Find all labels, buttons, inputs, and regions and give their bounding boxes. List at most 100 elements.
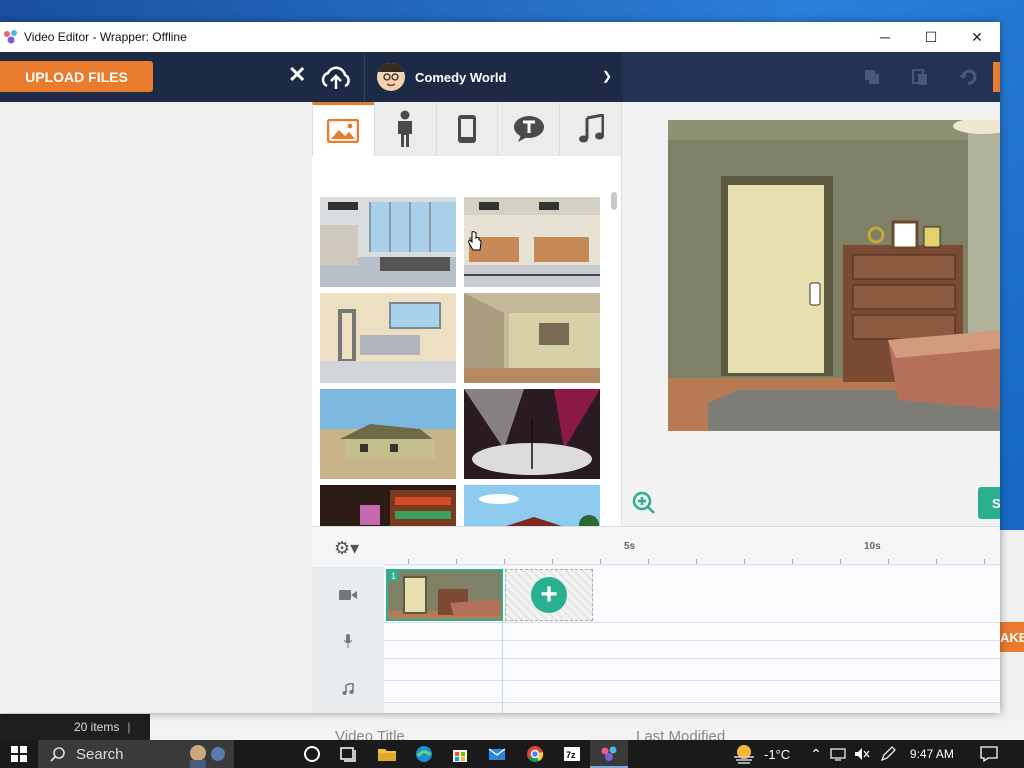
undo-icon[interactable] bbox=[958, 67, 978, 87]
windows-logo-icon bbox=[11, 746, 27, 762]
timeline: ⚙▾ 5s 10s 1 + bbox=[312, 526, 1000, 713]
volume-muted-icon[interactable] bbox=[854, 747, 870, 761]
clock-time[interactable]: 9:47 AM bbox=[910, 747, 954, 761]
tick bbox=[648, 559, 649, 564]
window-title: Video Editor - Wrapper: Offline bbox=[24, 30, 187, 44]
voice-track-header bbox=[312, 623, 384, 659]
person-icon bbox=[398, 110, 413, 147]
upload-files-button[interactable]: UPLOAD FILES bbox=[0, 61, 153, 92]
7zip-icon[interactable]: 7z bbox=[562, 744, 582, 764]
add-scene-button[interactable]: + bbox=[505, 569, 593, 621]
background-thumbnail[interactable] bbox=[320, 293, 456, 383]
save-button[interactable]: S bbox=[978, 487, 1000, 519]
timeline-ruler[interactable]: 5s 10s bbox=[384, 527, 1000, 565]
cloud-upload-icon[interactable] bbox=[318, 62, 354, 92]
svg-text:7z: 7z bbox=[566, 750, 576, 760]
scene-canvas[interactable] bbox=[668, 120, 1000, 431]
background-thumbnail[interactable] bbox=[464, 389, 600, 479]
file-explorer-icon[interactable] bbox=[377, 744, 397, 764]
item-count: 20 items bbox=[74, 720, 120, 734]
minimize-button[interactable]: ─ bbox=[862, 22, 908, 52]
notifications-icon[interactable] bbox=[980, 746, 998, 762]
background-thumbnail[interactable] bbox=[464, 293, 600, 383]
phone-icon bbox=[457, 115, 476, 143]
hand-cursor-icon bbox=[468, 231, 482, 251]
tick bbox=[552, 559, 553, 564]
music-track-header bbox=[312, 659, 384, 713]
background-thumbnail[interactable] bbox=[320, 197, 456, 287]
background-window bbox=[0, 712, 1024, 740]
zoom-in-icon[interactable] bbox=[632, 491, 656, 515]
stage-area: S bbox=[622, 102, 1000, 526]
taskbar-search[interactable]: Search bbox=[38, 740, 234, 768]
asset-library bbox=[312, 102, 622, 526]
make-video-button[interactable]: AKE bbox=[1000, 622, 1024, 652]
tab-sound[interactable] bbox=[559, 102, 621, 156]
theme-selector[interactable]: Comedy World ❯ bbox=[364, 52, 622, 102]
toolbar-accent bbox=[993, 62, 1000, 92]
background-thumbnail[interactable] bbox=[320, 485, 456, 526]
maximize-button[interactable]: ☐ bbox=[908, 22, 954, 52]
editor-toolbar: UPLOAD FILES ✕ Comedy World ❯ bbox=[0, 52, 1000, 102]
music-track-2[interactable] bbox=[384, 681, 1000, 703]
library-tabs bbox=[312, 102, 621, 156]
music-note-icon bbox=[578, 114, 604, 143]
tick bbox=[600, 559, 601, 564]
background-thumbnail[interactable] bbox=[464, 197, 600, 287]
background-grid bbox=[312, 177, 608, 526]
tick bbox=[504, 559, 505, 564]
background-thumbnail[interactable] bbox=[464, 485, 600, 526]
network-icon[interactable] bbox=[830, 747, 846, 761]
tab-text[interactable] bbox=[497, 102, 560, 156]
tick bbox=[744, 559, 745, 564]
gear-icon[interactable]: ⚙▾ bbox=[334, 538, 359, 559]
voice-track[interactable] bbox=[384, 623, 1000, 641]
video-track-header bbox=[312, 567, 384, 623]
search-highlight-icon bbox=[189, 745, 225, 768]
task-view-icon[interactable] bbox=[338, 744, 358, 764]
search-placeholder: Search bbox=[76, 745, 124, 763]
tick bbox=[456, 559, 457, 564]
cortana-icon[interactable] bbox=[302, 744, 322, 764]
weather-icon[interactable] bbox=[732, 744, 756, 764]
close-button[interactable]: ✕ bbox=[954, 22, 1000, 52]
scene-divider bbox=[502, 621, 503, 713]
library-scrollbar[interactable] bbox=[611, 192, 617, 210]
wrapper-app-icon[interactable] bbox=[599, 744, 619, 764]
tab-props[interactable] bbox=[435, 102, 498, 156]
tab-characters[interactable] bbox=[373, 102, 436, 156]
tick-label-10s: 10s bbox=[864, 541, 881, 552]
tick bbox=[936, 559, 937, 564]
title-bar: Video Editor - Wrapper: Offline ─ ☐ ✕ bbox=[0, 22, 1000, 52]
theme-avatar bbox=[377, 63, 405, 91]
chevron-up-icon[interactable]: ⌃ bbox=[810, 746, 822, 763]
scene-clip[interactable]: 1 bbox=[386, 569, 503, 621]
temperature[interactable]: -1°C bbox=[764, 747, 790, 762]
start-button[interactable] bbox=[0, 740, 38, 768]
tick bbox=[840, 559, 841, 564]
chrome-icon[interactable] bbox=[525, 744, 545, 764]
video-editor-window: Video Editor - Wrapper: Offline ─ ☐ ✕ UP… bbox=[0, 22, 1000, 713]
background-thumbnail[interactable] bbox=[320, 389, 456, 479]
left-panel bbox=[0, 102, 312, 713]
speech-bubble-icon bbox=[513, 116, 544, 142]
tab-backgrounds[interactable] bbox=[312, 102, 374, 156]
tick bbox=[792, 559, 793, 564]
theme-name: Comedy World bbox=[415, 69, 507, 85]
close-panel-icon[interactable]: ✕ bbox=[288, 62, 306, 88]
tick bbox=[984, 559, 985, 564]
scene-number: 1 bbox=[389, 571, 399, 581]
pen-icon[interactable] bbox=[880, 746, 896, 762]
system-tray: -1°C ⌃ 9:47 AM bbox=[732, 740, 998, 768]
mail-icon[interactable] bbox=[487, 744, 507, 764]
image-icon bbox=[327, 118, 360, 143]
edge-icon[interactable] bbox=[414, 744, 434, 764]
item-count-status: 20 items | bbox=[0, 714, 150, 740]
paste-icon[interactable] bbox=[910, 67, 930, 87]
music-track[interactable] bbox=[384, 659, 1000, 681]
plus-icon: + bbox=[531, 577, 567, 613]
store-icon[interactable] bbox=[450, 744, 470, 764]
voice-track-2[interactable] bbox=[384, 641, 1000, 659]
copy-icon[interactable] bbox=[862, 67, 882, 87]
chevron-down-icon: ❯ bbox=[601, 69, 612, 83]
